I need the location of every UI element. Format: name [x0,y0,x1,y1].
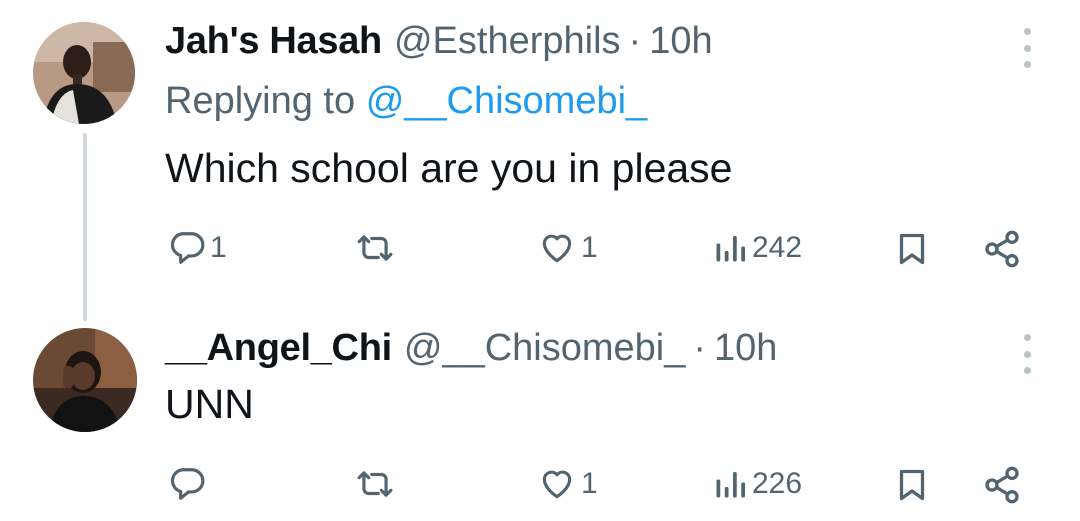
share-icon [985,230,1019,268]
views-button[interactable]: 226 [712,465,802,503]
retweet-button[interactable] [354,465,396,503]
tweet-header: Jah's Hasah @Estherphils · 10h [165,20,713,63]
like-count: 1 [581,467,598,500]
retweet-button[interactable] [354,229,396,267]
reply-mention-link[interactable]: @__Chisomebi_ [366,80,648,122]
avatar-angel-chi[interactable] [33,328,137,432]
reply-button[interactable]: 1 [168,229,227,267]
user-handle[interactable]: @__Chisomebi_ [404,327,686,370]
share-icon [985,466,1019,504]
view-count: 226 [752,467,803,500]
separator-dot: · [693,327,707,369]
reply-bubble-icon [170,468,205,500]
display-name[interactable]: Jah's Hasah [165,20,382,63]
replying-to-label: Replying to [165,80,356,122]
bookmark-button[interactable] [894,465,930,505]
tweet-header: __Angel_Chi @__Chisomebi_ · 10h [165,327,777,370]
share-button[interactable] [981,465,1023,505]
timestamp[interactable]: 10h [649,20,712,63]
more-vertical-icon[interactable] [1017,334,1037,374]
bookmark-icon [899,233,925,265]
display-name[interactable]: __Angel_Chi [165,327,392,370]
bookmark-icon [899,469,925,501]
share-button[interactable] [981,229,1023,269]
reply-count: 1 [210,231,227,264]
timestamp[interactable]: 10h [714,327,777,370]
reply-button[interactable] [168,465,206,503]
tweet-text: Which school are you in please [165,145,733,191]
retweet-icon [357,235,393,261]
like-count: 1 [581,231,598,264]
bookmark-button[interactable] [894,229,930,269]
separator-dot: · [628,20,642,62]
like-button[interactable]: 1 [537,465,598,503]
tweet-text: UNN [165,381,254,427]
retweet-icon [357,471,393,497]
avatar-jahs-hasah[interactable] [33,22,135,124]
views-button[interactable]: 242 [712,229,802,267]
replying-to: Replying to @__Chisomebi_ [165,80,647,123]
view-count: 242 [752,231,803,264]
reply-bubble-icon [170,232,205,264]
bar-chart-icon [716,236,745,262]
thread-connector-line [83,133,87,321]
user-handle[interactable]: @Estherphils [394,20,621,63]
bar-chart-icon [716,472,745,498]
heart-icon [542,234,572,263]
like-button[interactable]: 1 [537,229,598,267]
more-vertical-icon[interactable] [1017,28,1037,68]
heart-icon [542,470,572,499]
